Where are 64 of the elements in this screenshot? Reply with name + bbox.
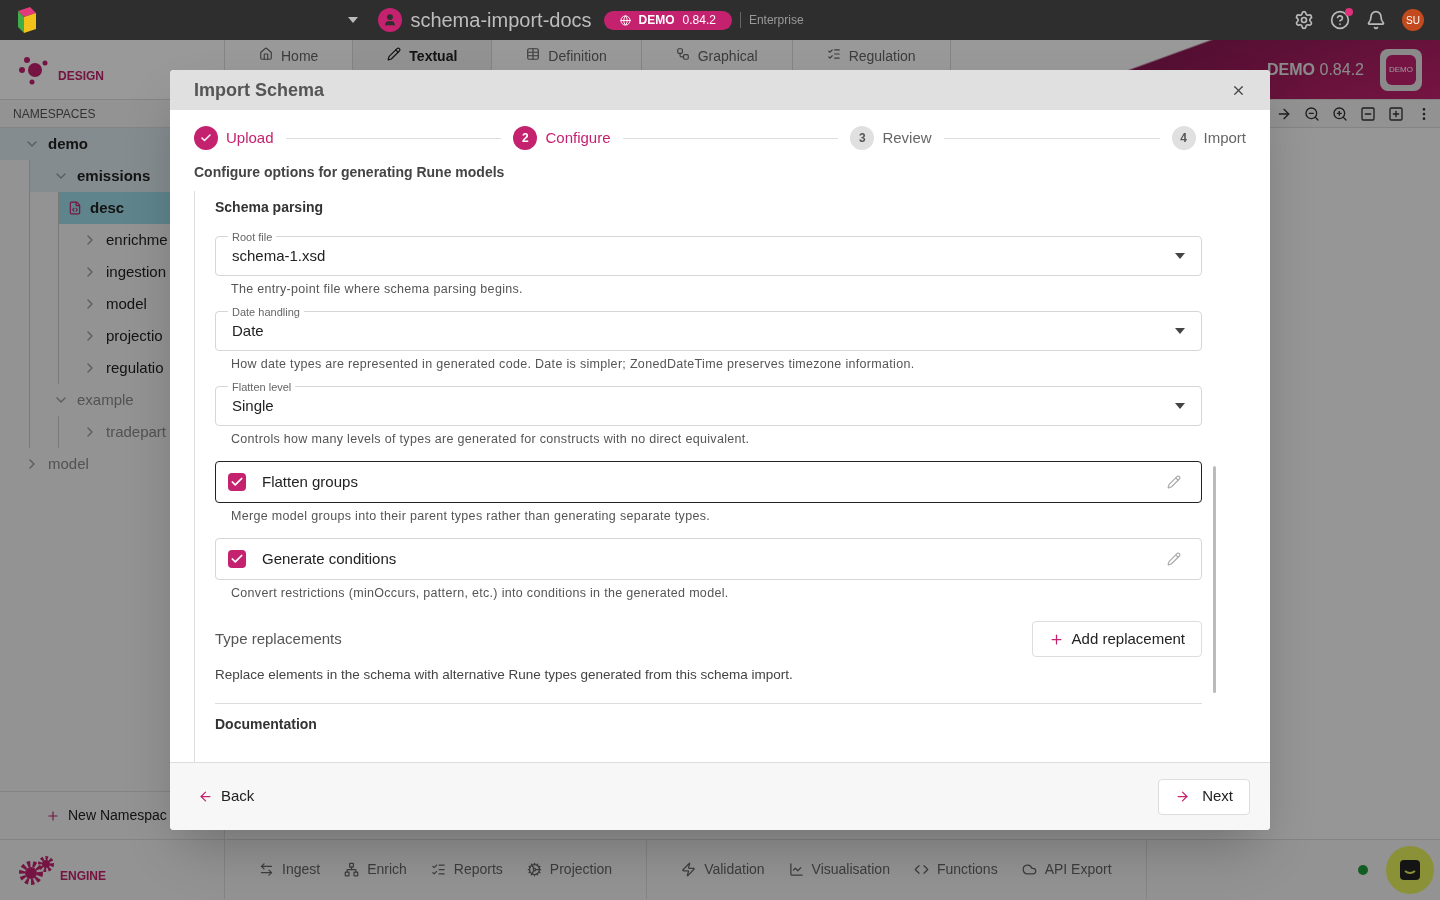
project-logo: DEMO	[1380, 48, 1422, 91]
checkbox[interactable]	[228, 550, 246, 568]
design-label: DESIGN	[58, 67, 104, 85]
type-replacements-description: Replace elements in the schema with alternative Rune types generated from this schema import.	[215, 666, 794, 684]
step-label: Configure	[545, 127, 611, 148]
help-text: The entry-point file where schema parsing begins.	[230, 281, 524, 297]
help-text: Merge model groups into their parent types rather than generating separate types.	[230, 508, 712, 524]
check-icon	[200, 132, 212, 144]
scrollbar[interactable]	[1213, 466, 1216, 693]
engine-tab[interactable]: API Export	[1009, 859, 1124, 880]
caret-icon[interactable]	[348, 17, 359, 23]
engine-label: ENGINE	[60, 867, 106, 885]
zoom-out-icon[interactable]	[1304, 105, 1320, 122]
help-text: Controls how many levels of types are generated for constructs with no direct equivalent.	[230, 431, 751, 447]
engine-tab[interactable]: Functions	[901, 859, 1010, 880]
design-logo	[18, 54, 50, 85]
checkbox[interactable]	[228, 473, 246, 491]
step-label: Import	[1203, 127, 1246, 148]
step-label: Upload	[226, 127, 274, 148]
engine-tab[interactable]: Enrich	[332, 859, 419, 880]
engine-tab[interactable]: Reports	[418, 859, 515, 880]
dropdown-caret-icon	[1175, 253, 1185, 259]
settings-icon[interactable]	[1294, 10, 1314, 30]
chat-button[interactable]	[1386, 845, 1434, 894]
check-icon	[230, 552, 244, 566]
section-heading: Documentation	[215, 715, 318, 735]
step-number: 2	[513, 126, 538, 150]
new-namespace-button[interactable]: New Namespac	[46, 805, 167, 826]
engine-tab[interactable]: Projection	[514, 859, 625, 880]
project-name[interactable]: schema-import-docs	[410, 5, 592, 35]
plus-icon	[1048, 631, 1064, 647]
engine-tab[interactable]: Validation	[669, 859, 777, 880]
dropdown-caret-icon	[1175, 328, 1185, 334]
help-text: Convert restrictions (minOccurs, pattern, etc.) into conditions in the generated model.	[230, 585, 730, 601]
engine-tab[interactable]: Visualisation	[776, 859, 902, 880]
add-replacement-button[interactable]: Add replacement	[1031, 621, 1202, 657]
step-label: Review	[882, 127, 932, 148]
checkbox-row[interactable]: Flatten groups	[215, 461, 1202, 503]
tree-item[interactable]: regulatio	[58, 352, 224, 384]
notification-bell-icon[interactable]	[1366, 10, 1386, 30]
plus-icon	[46, 808, 60, 823]
zoom-in-icon[interactable]	[1332, 105, 1348, 122]
edition-label: Enterprise	[748, 12, 804, 29]
project-avatar	[378, 8, 403, 32]
arrow-right-icon	[1175, 789, 1191, 804]
dropdown-caret-icon	[1175, 403, 1185, 409]
step-number: 3	[850, 126, 875, 150]
type-replacements-label: Type replacements	[215, 628, 342, 649]
help-text: How date types are represented in generated code. Date is simpler; ZonedDateTime preserves timezone information.	[230, 356, 916, 372]
app-logo	[16, 7, 38, 33]
checkbox-row[interactable]: Generate conditions	[215, 538, 1202, 580]
collapse-icon[interactable]	[1360, 105, 1376, 122]
expand-icon[interactable]	[1388, 105, 1404, 122]
help-icon[interactable]	[1330, 10, 1350, 30]
engine-logo	[18, 854, 56, 885]
version-badge: DEMO 0.84.2	[603, 10, 732, 30]
chat-icon	[1399, 858, 1421, 881]
step-number: 4	[1171, 126, 1196, 150]
user-avatar[interactable]: SU	[1402, 9, 1424, 31]
check-icon	[230, 475, 244, 489]
next-button[interactable]: Next	[1158, 778, 1250, 815]
back-button[interactable]: Back	[198, 785, 255, 808]
globe-icon	[619, 14, 631, 26]
engine-tab[interactable]: Ingest	[247, 859, 333, 880]
